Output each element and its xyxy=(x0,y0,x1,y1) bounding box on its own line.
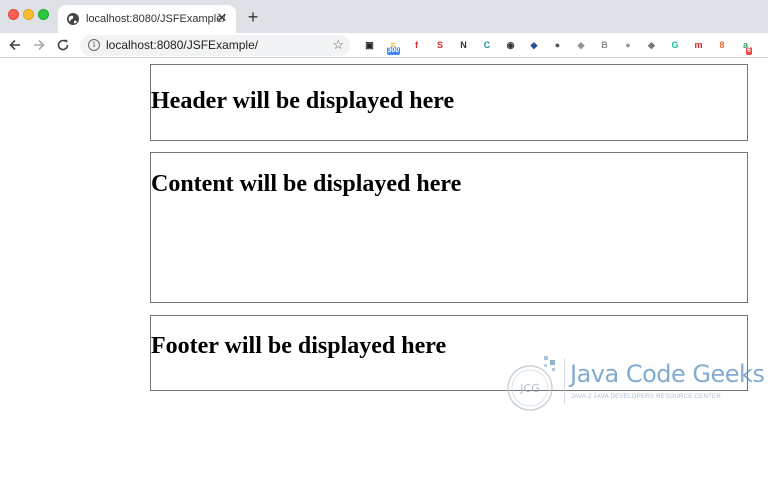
watermark-divider xyxy=(564,358,565,404)
browser-toolbar: i localhost:8080/JSFExample/ ☆ ▣ ≡ 300 f S N C… xyxy=(0,33,768,58)
arrow-left-icon xyxy=(9,39,20,51)
extension-icon-gray[interactable]: ● xyxy=(622,39,635,52)
rss-extension-icon[interactable]: ≡ 300 xyxy=(386,39,401,55)
content-section: Content will be displayed here xyxy=(150,152,748,303)
minimize-window-button[interactable] xyxy=(23,9,34,20)
extension-icon-shield[interactable]: ◆ xyxy=(645,39,658,52)
extension-icon-circle[interactable]: ● xyxy=(551,39,564,52)
extension-icon-globe[interactable]: ◆ xyxy=(528,39,541,52)
logo-initials: JCG xyxy=(519,382,539,395)
extension-icon-a[interactable]: a6 xyxy=(739,39,752,55)
browser-window: localhost:8080/JSFExample/ ✕ + i localho… xyxy=(0,0,768,495)
page-content: Header will be displayed here Content wi… xyxy=(0,58,768,495)
reload-button[interactable] xyxy=(54,36,72,54)
globe-icon xyxy=(66,12,80,26)
grammarly-extension-icon[interactable]: G xyxy=(669,39,682,52)
forward-button[interactable] xyxy=(30,36,48,54)
info-icon[interactable]: i xyxy=(88,39,100,51)
url-text: localhost:8080/JSFExample/ xyxy=(106,38,259,52)
watermark-brand: Java Code Geeks xyxy=(570,360,765,388)
close-window-button[interactable] xyxy=(8,9,19,20)
back-button[interactable] xyxy=(6,36,24,54)
flipboard-extension-icon[interactable]: f xyxy=(410,39,423,52)
maximize-window-button[interactable] xyxy=(38,9,49,20)
java-code-geeks-watermark: JCG Java Code Geeks JAVA 2 JAVA DEVELOPE… xyxy=(500,350,765,420)
dropbox-extension-icon[interactable]: ◈ xyxy=(575,39,588,52)
audio-extension-icon[interactable]: ◉ xyxy=(504,39,517,52)
tab-localhost[interactable]: localhost:8080/JSFExample/ ✕ xyxy=(58,5,236,33)
extension-icon-s[interactable]: S xyxy=(434,39,447,52)
notion-extension-icon[interactable]: N xyxy=(457,39,470,52)
tab-title: localhost:8080/JSFExample/ xyxy=(86,13,226,25)
arrow-right-icon xyxy=(34,39,45,51)
extension-icon-c[interactable]: C xyxy=(481,39,494,52)
jcg-logo-icon: JCG xyxy=(507,356,555,411)
extension-icon-b[interactable]: B xyxy=(598,39,611,52)
tab-strip: localhost:8080/JSFExample/ ✕ + xyxy=(0,0,768,33)
header-section: Header will be displayed here xyxy=(150,64,748,141)
extension-badge: 6 xyxy=(746,47,752,55)
extension-icon-1[interactable]: ▣ xyxy=(363,39,376,52)
header-heading: Header will be displayed here xyxy=(151,88,455,114)
close-tab-icon[interactable]: ✕ xyxy=(214,10,230,26)
extension-icon-m[interactable]: m xyxy=(692,39,705,52)
bookmark-star-icon[interactable]: ☆ xyxy=(332,37,344,53)
address-bar[interactable]: i localhost:8080/JSFExample/ ☆ xyxy=(80,35,350,56)
reload-icon xyxy=(57,39,69,51)
watermark-tagline: JAVA 2 JAVA DEVELOPERS RESOURCE CENTER xyxy=(571,394,721,400)
extension-icon-8[interactable]: 8 xyxy=(716,39,729,52)
new-tab-button[interactable]: + xyxy=(244,8,262,26)
extension-badge: 300 xyxy=(386,47,401,55)
content-heading: Content will be displayed here xyxy=(151,171,462,197)
